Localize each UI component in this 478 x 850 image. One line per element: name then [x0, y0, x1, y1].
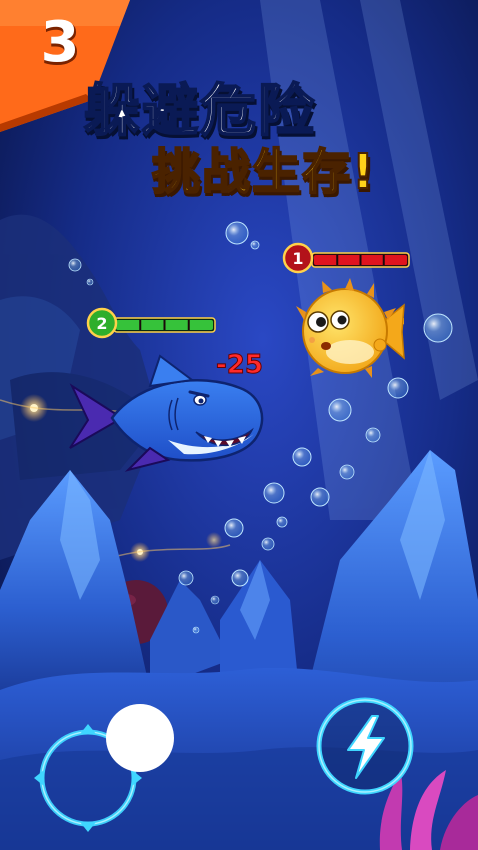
level-number: 3 [40, 10, 80, 75]
joystick-knob[interactable] [106, 704, 174, 772]
boost-button[interactable] [316, 697, 414, 795]
player-level-text: 2 [96, 314, 107, 333]
enemy-level-text: 1 [292, 249, 303, 268]
damage-text: -25 [216, 350, 264, 381]
headline-line2: 挑战生存! [151, 143, 376, 201]
game-screen: 1 2 3 躲避危险 挑战生存! -25 [0, 0, 478, 850]
